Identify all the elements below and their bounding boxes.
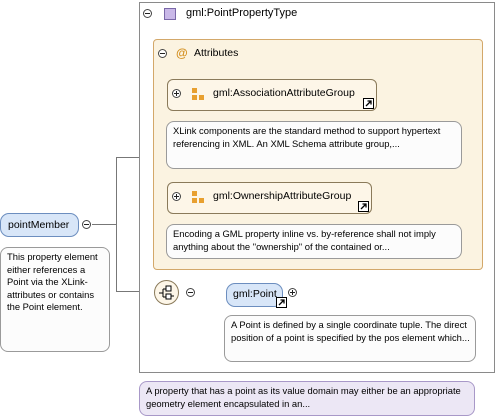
expand-ownership-group-icon[interactable]	[172, 192, 181, 201]
type-title: gml:PointPropertyType	[186, 7, 298, 19]
point-member-label: pointMember	[8, 219, 70, 231]
choice-compositor-icon[interactable]	[154, 280, 179, 305]
point-member-note: This property element either references …	[0, 247, 110, 352]
collapse-attributes-icon[interactable]	[158, 49, 167, 58]
attribute-group-icon	[192, 88, 204, 100]
connector-line	[116, 158, 117, 292]
reference-arrow-icon	[363, 98, 374, 109]
expand-gml-point-icon[interactable]	[288, 288, 297, 297]
association-group-note: XLink components are the standard method…	[166, 121, 462, 169]
ownership-group-note: Encoding a GML property inline vs. by-re…	[166, 224, 462, 259]
gml-point-label: gml:Point	[233, 288, 277, 300]
type-note: A property that has a point as its value…	[139, 381, 475, 416]
collapse-point-member-icon[interactable]	[82, 220, 91, 229]
at-sign-icon: @	[176, 46, 188, 60]
reference-arrow-icon	[276, 297, 287, 308]
attributes-label: Attributes	[194, 47, 239, 59]
attribute-group-icon	[192, 191, 204, 203]
association-group-label: gml:AssociationAttributeGroup	[213, 87, 355, 99]
gml-point-note: A Point is defined by a single coordinat…	[224, 315, 476, 362]
complex-type-icon	[164, 8, 176, 20]
ownership-group-label: gml:OwnershipAttributeGroup	[213, 190, 352, 202]
reference-arrow-icon	[358, 201, 369, 212]
expand-association-group-icon[interactable]	[172, 89, 181, 98]
collapse-type-icon[interactable]	[143, 9, 152, 18]
collapse-choice-icon[interactable]	[186, 288, 195, 297]
connector-line	[92, 224, 116, 225]
